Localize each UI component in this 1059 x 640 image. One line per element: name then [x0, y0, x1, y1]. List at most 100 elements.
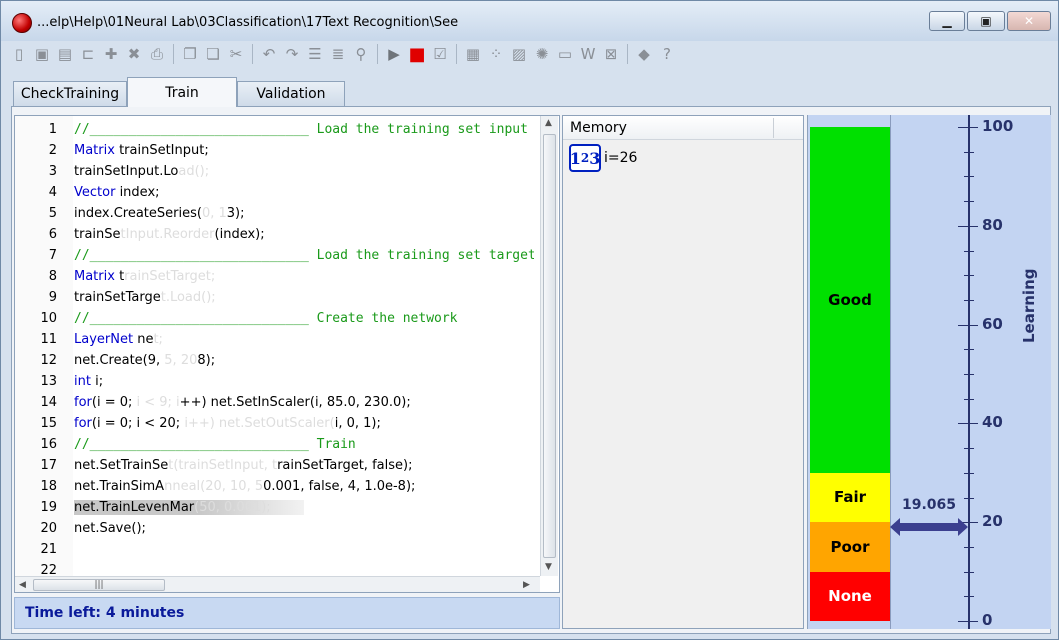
- code-line[interactable]: //____________________________ Train: [74, 437, 534, 452]
- code-obscured-text: 0, 1: [201, 206, 227, 221]
- code-line[interactable]: Matrix trainSetTarget;: [74, 269, 534, 284]
- code-line[interactable]: net.Create(9, 5, 208);: [74, 353, 534, 368]
- code-text-tail: rainSetTarget, false);: [277, 458, 413, 473]
- minor-tick: [964, 201, 974, 203]
- run-icon[interactable]: ▶: [384, 44, 404, 64]
- line-number: 8: [48, 269, 57, 284]
- hscroll-thumb[interactable]: |||: [33, 579, 165, 591]
- code-obscured-text: i < 9; i: [136, 395, 180, 410]
- band-separator: [890, 115, 891, 629]
- minor-tick: [964, 448, 974, 450]
- code-text: trainSetInput.Lo: [74, 164, 179, 179]
- code-line[interactable]: net.TrainSimAnneal(20, 10, 50.001, false…: [74, 479, 534, 494]
- code-line[interactable]: Matrix trainSetInput;: [74, 143, 534, 158]
- code-text-tail: ++) net.SetInScaler(i, 85.0, 230.0);: [179, 395, 411, 410]
- scroll-up-icon[interactable]: ▲: [545, 118, 552, 128]
- band-fair: Fair: [810, 472, 890, 523]
- code-editor[interactable]: 1 2 3 4 5 6 7 8 9 10 11 12 13 14 15 16 17 18 19 20 21 22 //__…: [14, 115, 560, 593]
- debug-icon[interactable]: ⚲: [351, 44, 371, 64]
- tab-train[interactable]: Train: [127, 77, 237, 107]
- tab-content: 1 2 3 4 5 6 7 8 9 10 11 12 13 14 15 16 17 18 19 20 21 22 //__…: [11, 106, 1051, 634]
- minor-tick: [964, 571, 974, 573]
- scroll-right-icon[interactable]: ▶: [523, 580, 530, 590]
- code-line[interactable]: //____________________________ Create th…: [74, 311, 534, 326]
- align-icon[interactable]: ☰: [305, 44, 325, 64]
- chart-icon[interactable]: ▦: [463, 44, 483, 64]
- add-icon[interactable]: ✚: [101, 44, 121, 64]
- code-line[interactable]: net.Save();: [74, 521, 534, 536]
- code-text-tail: 3);: [226, 206, 245, 221]
- vertical-scrollbar[interactable]: ▲ ▼: [540, 116, 558, 576]
- close-button[interactable]: ✕: [1007, 11, 1051, 31]
- lightbulb-icon[interactable]: ✺: [532, 44, 552, 64]
- code-line[interactable]: for(i = 0; i < 20; i++) net.SetOutScaler…: [74, 416, 534, 431]
- code-obscured-text: t;: [153, 332, 163, 347]
- code-line[interactable]: trainSetInput.Load();: [74, 164, 534, 179]
- code-keyword: for: [74, 416, 92, 431]
- code-text: //____________________________ Train: [74, 437, 356, 452]
- code-line[interactable]: net.TrainLevenMar(50, 0.001);: [74, 500, 304, 515]
- code-text: //____________________________ Create th…: [74, 311, 458, 326]
- web-icon[interactable]: W: [578, 44, 598, 64]
- indent-icon[interactable]: ≣: [328, 44, 348, 64]
- image-icon[interactable]: ⊠: [601, 44, 621, 64]
- scroll-thumb[interactable]: [543, 134, 556, 558]
- network-icon[interactable]: ⁘: [486, 44, 506, 64]
- code-line[interactable]: for(i = 0; i < 9; i++) net.SetInScaler(i…: [74, 395, 534, 410]
- code-line[interactable]: Vector index;: [74, 185, 534, 200]
- paste-icon[interactable]: ❏: [203, 44, 223, 64]
- check-icon[interactable]: ☑: [430, 44, 450, 64]
- copy-icon[interactable]: ❐: [180, 44, 200, 64]
- delete-icon[interactable]: ✖: [124, 44, 144, 64]
- quality-bands: Good Fair Poor None: [810, 127, 890, 621]
- code-line[interactable]: //____________________________ Load the …: [74, 248, 534, 263]
- horizontal-scrollbar[interactable]: ◀ ||| ▶: [15, 576, 540, 592]
- line-number: 13: [40, 374, 57, 389]
- column-separator[interactable]: [773, 118, 774, 138]
- line-number: 3: [48, 164, 57, 179]
- message-icon[interactable]: ▭: [555, 44, 575, 64]
- gauge-axis: [968, 115, 970, 629]
- code-text: (i = 0; i < 20;: [91, 416, 185, 431]
- line-number: 4: [48, 185, 57, 200]
- cut-icon[interactable]: ✂: [226, 44, 246, 64]
- memory-header[interactable]: Memory: [563, 116, 803, 140]
- line-number: 6: [48, 227, 57, 242]
- tab-checktraining[interactable]: CheckTraining: [13, 81, 127, 107]
- code-text: index.CreateSeries(: [74, 206, 202, 221]
- stop-icon[interactable]: ■: [407, 44, 427, 65]
- undo-icon[interactable]: ↶: [259, 44, 279, 64]
- redo-icon[interactable]: ↷: [282, 44, 302, 64]
- erase-icon[interactable]: ◆: [634, 44, 654, 64]
- code-keyword: Matrix: [74, 143, 115, 158]
- minimize-button[interactable]: ▁: [929, 11, 965, 31]
- axis-title: Learning: [1020, 268, 1038, 344]
- memory-item[interactable]: 123 i=26: [569, 144, 637, 172]
- pattern-icon[interactable]: ▨: [509, 44, 529, 64]
- print-icon[interactable]: ⎙: [147, 44, 167, 64]
- code-text: i;: [90, 374, 104, 389]
- code-text: index;: [115, 185, 160, 200]
- save-as-icon[interactable]: ▤: [55, 44, 75, 64]
- minor-tick: [964, 374, 974, 375]
- memory-title: Memory: [570, 120, 627, 136]
- maximize-button[interactable]: ▣: [967, 11, 1005, 31]
- integer-variable-icon: 123: [569, 144, 601, 172]
- scroll-down-icon[interactable]: ▼: [545, 562, 552, 572]
- tab-validation[interactable]: Validation: [237, 81, 345, 107]
- open-folder-icon[interactable]: ⊏: [78, 44, 98, 64]
- code-line[interactable]: trainSetTarget.Load();: [74, 290, 534, 305]
- help-icon[interactable]: ?: [657, 44, 677, 64]
- code-text: ne: [133, 332, 154, 347]
- code-line[interactable]: net.SetTrainSet(trainSetInput, trainSetT…: [74, 458, 534, 473]
- line-number: 12: [40, 353, 57, 368]
- scroll-left-icon[interactable]: ◀: [19, 580, 26, 590]
- new-file-icon[interactable]: ▯: [9, 44, 29, 64]
- code-line[interactable]: int i;: [74, 374, 534, 389]
- save-icon[interactable]: ▣: [32, 44, 52, 64]
- code-line[interactable]: trainSetInput.Reorder(index);: [74, 227, 534, 242]
- code-line[interactable]: index.CreateSeries(0, 13);: [74, 206, 534, 221]
- code-line[interactable]: LayerNet net;: [74, 332, 534, 347]
- code-line[interactable]: //____________________________ Load the …: [74, 122, 534, 137]
- title-bar: ...elp\Help\01Neural Lab\03Classificatio…: [1, 1, 1058, 41]
